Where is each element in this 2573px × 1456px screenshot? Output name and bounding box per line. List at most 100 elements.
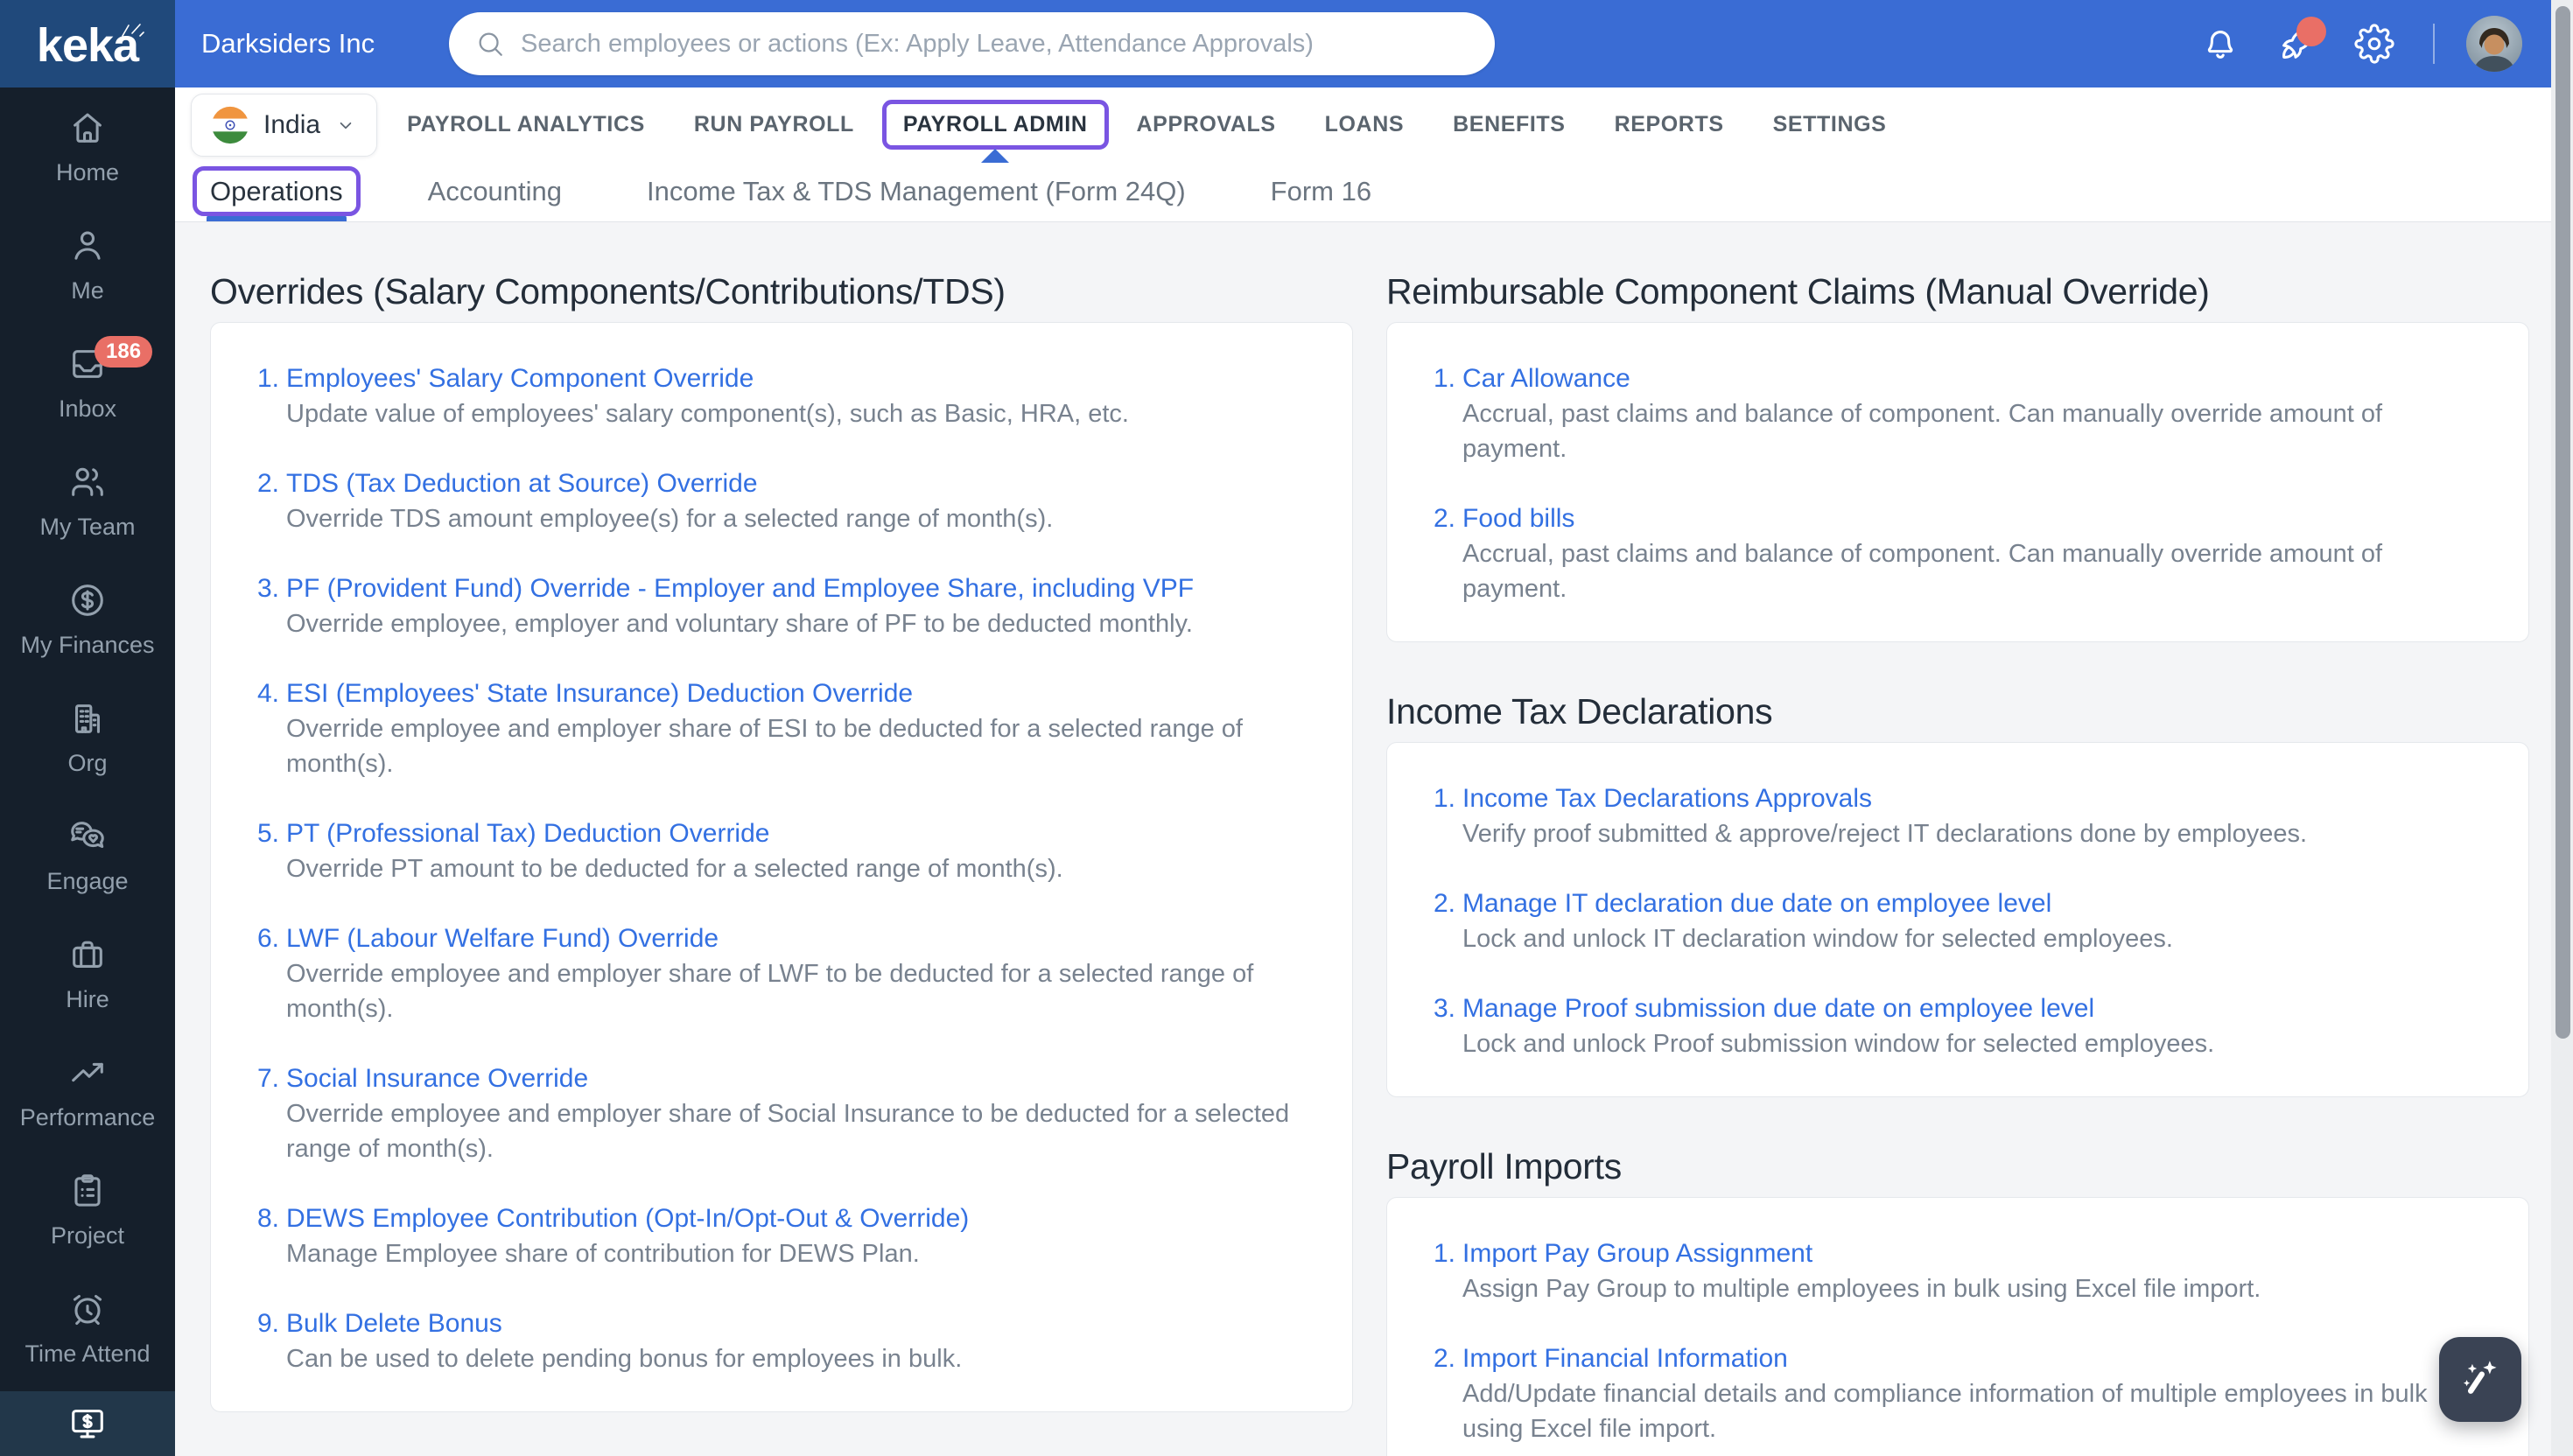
list-item: 4. ESI (Employees' State Insurance) Deduc…: [253, 676, 1310, 781]
item-link[interactable]: Bulk Delete Bonus: [286, 1306, 502, 1341]
section-title: Payroll Imports: [1386, 1146, 1622, 1186]
item-number: 1.: [1433, 784, 1455, 813]
user-avatar[interactable]: [2466, 16, 2522, 72]
sidebar-item-engage[interactable]: Engage: [0, 796, 175, 914]
list-item: 5. PT (Professional Tax) Deduction Overri…: [253, 816, 1310, 886]
tab-reports[interactable]: REPORTS: [1615, 112, 1724, 137]
item-description: Add/Update financial details and complia…: [1462, 1380, 2428, 1443]
top-header: Darksiders Inc: [175, 0, 2573, 88]
tab-payroll-analytics[interactable]: PAYROLL ANALYTICS: [407, 112, 645, 137]
tab-benefits[interactable]: BENEFITS: [1453, 112, 1565, 137]
item-description: Accrual, past claims and balance of comp…: [1462, 400, 2383, 463]
app-window: keka Home Me 186 Inbox My Team My Financ…: [0, 0, 2573, 1456]
card: 1. Import Pay Group Assignment Assign Pay…: [1386, 1197, 2529, 1456]
scrollbar-thumb[interactable]: [2555, 6, 2570, 1039]
list-item: 7. Social Insurance Override Override emp…: [253, 1061, 1310, 1166]
settings-button[interactable]: [2354, 24, 2394, 64]
item-link[interactable]: Car Allowance: [1462, 361, 1630, 396]
global-search[interactable]: [449, 12, 1495, 75]
item-description: Lock and unlock Proof submission window …: [1462, 1030, 2215, 1058]
user-icon: [74, 231, 101, 260]
item-link[interactable]: TDS (Tax Deduction at Source) Override: [286, 466, 758, 501]
tab-run-payroll[interactable]: RUN PAYROLL: [694, 112, 854, 137]
sidebar-item-label: My Team: [39, 513, 136, 540]
list-item: 2. Manage IT declaration due date on empl…: [1429, 886, 2486, 956]
page-scrollbar: [2551, 0, 2573, 1456]
item-link[interactable]: PF (Provident Fund) Override - Employer …: [286, 571, 1194, 606]
item-link[interactable]: Income Tax Declarations Approvals: [1462, 781, 1872, 816]
tab-loans[interactable]: LOANS: [1325, 112, 1405, 137]
subtab-operations[interactable]: Operations: [193, 162, 361, 221]
item-link[interactable]: Social Insurance Override: [286, 1061, 588, 1096]
item-link[interactable]: ESI (Employees' State Insurance) Deducti…: [286, 676, 913, 711]
list-item: 3. Manage Proof submission due date on em…: [1429, 991, 2486, 1061]
sidebar-item-time-attend[interactable]: Time Attend: [0, 1269, 175, 1387]
item-link[interactable]: Food bills: [1462, 501, 1574, 536]
project-icon: [74, 1173, 101, 1207]
section-title: Overrides (Salary Components/Contributio…: [210, 271, 1006, 312]
subtab-accounting[interactable]: Accounting: [428, 162, 562, 221]
item-number: 3.: [1433, 994, 1455, 1023]
header-divider: [2433, 24, 2435, 64]
item-number: 4.: [256, 679, 279, 708]
sidebar-item-label: My Finances: [20, 631, 155, 658]
avatar-photo: [2466, 16, 2522, 72]
whats-new-button[interactable]: [2277, 17, 2326, 64]
right-column: Reimbursable Component Claims (Manual Ov…: [1386, 271, 2529, 1456]
item-link[interactable]: Import Financial Information: [1462, 1341, 1788, 1376]
subtab-form-16[interactable]: Form 16: [1271, 162, 1371, 221]
sidebar-item-label: Home: [55, 158, 120, 186]
search-input[interactable]: [521, 29, 1469, 59]
sidebar-item-org[interactable]: Org: [0, 678, 175, 796]
card: 1. Employees' Salary Component Override U…: [210, 322, 1353, 1412]
sidebar-item-label: Inbox: [58, 395, 117, 422]
item-link[interactable]: LWF (Labour Welfare Fund) Override: [286, 921, 719, 956]
sidebar-item-inbox[interactable]: 186 Inbox: [0, 324, 175, 442]
list-item: 2. Import Financial Information Add/Updat…: [1429, 1341, 2486, 1446]
tab-payroll-admin[interactable]: PAYROLL ADMIN: [903, 112, 1088, 137]
section-title: Income Tax Declarations: [1386, 691, 1773, 732]
list-item: 2. TDS (Tax Deduction at Source) Override…: [253, 466, 1310, 536]
list-item: 3. PF (Provident Fund) Override - Employe…: [253, 571, 1310, 641]
item-link[interactable]: Import Pay Group Assignment: [1462, 1236, 1812, 1271]
sidebar-item-me[interactable]: Me: [0, 206, 175, 324]
sidebar-item-project[interactable]: Project: [0, 1151, 175, 1269]
item-link[interactable]: DEWS Employee Contribution (Opt-In/Opt-O…: [286, 1201, 969, 1236]
list-item: 1. Income Tax Declarations Approvals Veri…: [1429, 781, 2486, 851]
subtab-label: Operations: [210, 176, 343, 206]
item-link[interactable]: Manage Proof submission due date on empl…: [1462, 991, 2094, 1026]
notification-dot: [2296, 17, 2326, 46]
india-flag-icon: [211, 106, 249, 144]
sidebar: keka Home Me 186 Inbox My Team My Financ…: [0, 0, 175, 1456]
sidebar-item-payroll-active[interactable]: [0, 1391, 175, 1456]
notifications-button[interactable]: [2200, 24, 2240, 64]
list-item: 9. Bulk Delete Bonus Can be used to delet…: [253, 1306, 1310, 1376]
sidebar-item-hire[interactable]: Hire: [0, 914, 175, 1032]
list-item: 1. Car Allowance Accrual, past claims and…: [1429, 361, 2486, 466]
sidebar-item-label: Engage: [46, 867, 129, 894]
keka-logo: keka: [0, 0, 175, 88]
item-link[interactable]: Employees' Salary Component Override: [286, 361, 754, 396]
item-number: 1.: [256, 364, 279, 393]
tab-approvals[interactable]: APPROVALS: [1137, 112, 1276, 137]
sidebar-item-performance[interactable]: Performance: [0, 1032, 175, 1151]
item-link[interactable]: PT (Professional Tax) Deduction Override: [286, 816, 769, 851]
item-number: 6.: [256, 924, 279, 953]
quick-actions-fab[interactable]: [2439, 1337, 2521, 1422]
item-description: Override employee and employer share of …: [286, 960, 1254, 1023]
tab-settings[interactable]: SETTINGS: [1773, 112, 1887, 137]
item-description: Override TDS amount employee(s) for a se…: [286, 505, 1054, 533]
active-tab-caret: [981, 149, 1010, 163]
country-selector[interactable]: India: [191, 93, 378, 157]
sidebar-item-label: Time Attend: [25, 1340, 151, 1367]
subtab-income-tax-tds[interactable]: Income Tax & TDS Management (Form 24Q): [647, 162, 1186, 221]
sidebar-item-my-finances[interactable]: My Finances: [0, 560, 175, 678]
item-description: Override employee and employer share of …: [286, 715, 1243, 778]
org-icon: [75, 704, 100, 733]
sidebar-item-home[interactable]: Home: [0, 88, 175, 206]
item-description: Can be used to delete pending bonus for …: [286, 1345, 963, 1373]
item-link[interactable]: Manage IT declaration due date on employ…: [1462, 886, 2051, 921]
sidebar-item-my-team[interactable]: My Team: [0, 442, 175, 560]
sidebar-item-label: Me: [71, 276, 104, 304]
section-income-tax-declarations: Income Tax Declarations 1. Income Tax Dec…: [1386, 691, 2529, 1097]
